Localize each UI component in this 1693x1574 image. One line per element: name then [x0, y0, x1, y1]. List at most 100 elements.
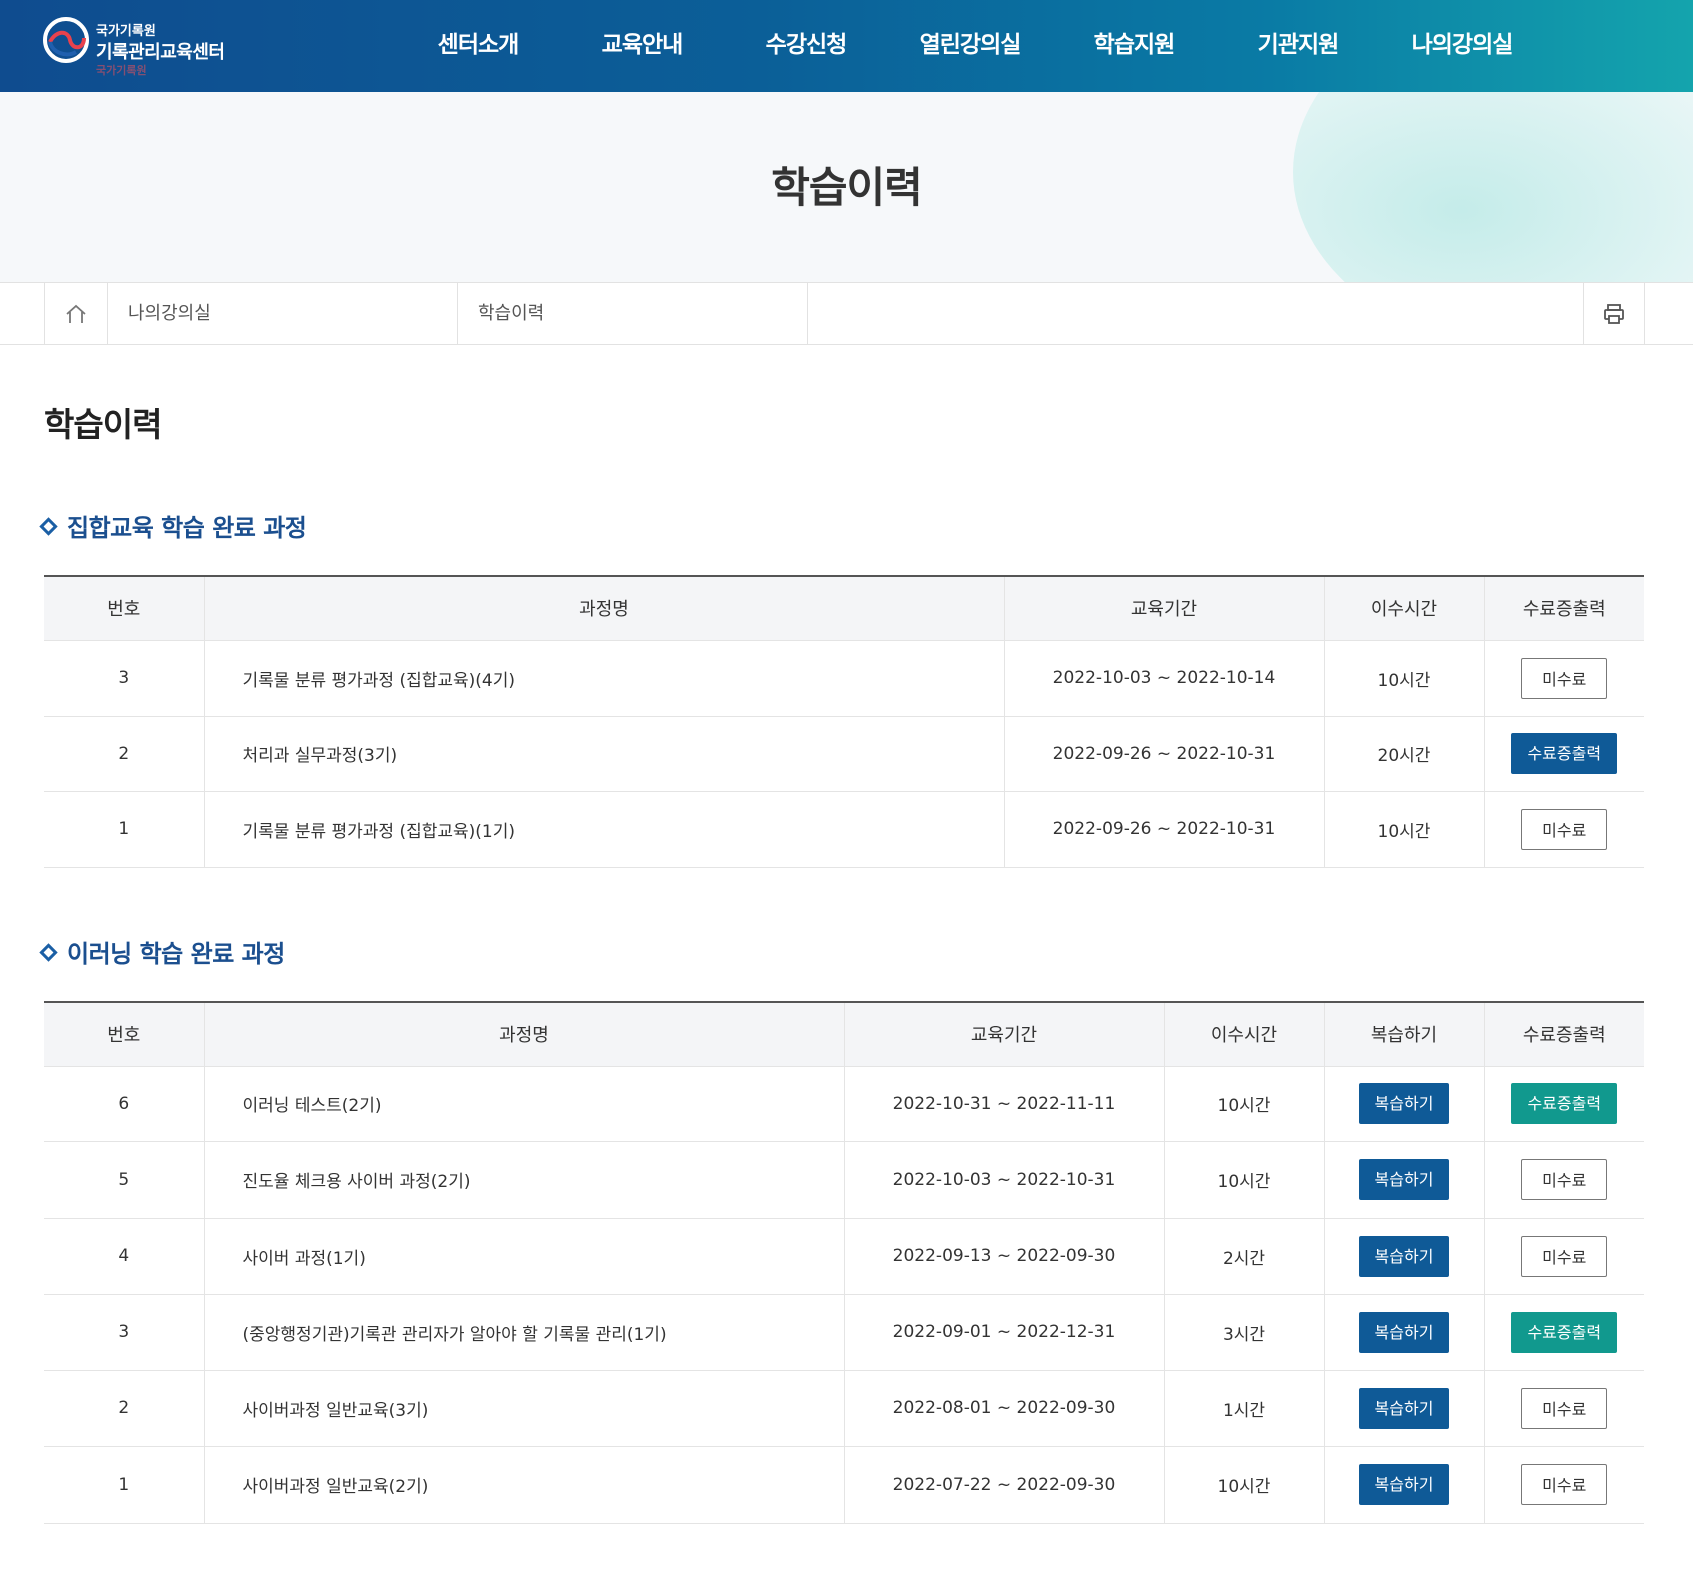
table-row: 2 처리과 실무과정(3기) 2022-09-26 ~ 2022-10-31 2…: [44, 715, 1644, 791]
breadcrumb-level2-label: 학습이력: [478, 303, 545, 324]
row-review-cell: 복습하기: [1323, 1140, 1484, 1218]
nav-center-intro[interactable]: 센터소개: [418, 0, 538, 92]
review-button[interactable]: 복습하기: [1359, 1235, 1449, 1277]
site-logo[interactable]: 국가기록원 기록관리교육센터 국가기록원: [42, 16, 262, 77]
row-course-name: 사이버과정 일반교육(2기): [203, 1445, 844, 1524]
review-button[interactable]: 복습하기: [1359, 1387, 1449, 1429]
top-navigation-bar: 국가기록원 기록관리교육센터 국가기록원 센터소개 교육안내 수강신청 열린강의…: [0, 0, 1693, 92]
nav-institution-support[interactable]: 기관지원: [1238, 0, 1358, 92]
row-period: 2022-09-26 ~ 2022-10-31: [1003, 790, 1324, 868]
row-certificate-cell: 미수료: [1483, 1140, 1644, 1218]
logo-title: 기록관리교육센터: [96, 42, 225, 63]
breadcrumb: 나의강의실 학습이력: [0, 282, 1693, 345]
row-certificate-cell: 수료증출력: [1483, 1065, 1644, 1141]
row-review-cell: 복습하기: [1323, 1065, 1484, 1141]
row-period: 2022-10-03 ~ 2022-10-14: [1003, 639, 1324, 716]
row-no: 6: [44, 1065, 204, 1141]
page-title: 학습이력: [44, 405, 162, 444]
table-header-row: 번호 과정명 교육기간 이수시간 수료증출력: [44, 575, 1644, 640]
banner-title: 학습이력: [771, 163, 923, 212]
logo-subtitle: 국가기록원: [96, 24, 156, 39]
print-certificate-button[interactable]: 수료증출력: [1511, 733, 1618, 774]
print-certificate-button[interactable]: 수료증출력: [1511, 1083, 1618, 1124]
row-no: 2: [44, 1369, 204, 1446]
column-header-course-name: 과정명: [203, 1001, 844, 1066]
column-header-no: 번호: [44, 575, 204, 640]
row-certificate-cell: 수료증출력: [1483, 1293, 1644, 1370]
row-no: 3: [44, 1293, 204, 1370]
section-title-elearning: 이러닝 학습 완료 과정: [39, 934, 285, 969]
column-header-certificate: 수료증출력: [1483, 575, 1644, 640]
not-completed-button[interactable]: 미수료: [1521, 657, 1608, 699]
table-row: 4 사이버 과정(1기) 2022-09-13 ~ 2022-09-30 2시간…: [44, 1217, 1644, 1294]
section-title-text: 집합교육 학습 완료 과정: [67, 514, 307, 542]
breadcrumb-level1[interactable]: 나의강의실: [107, 283, 457, 344]
row-review-cell: 복습하기: [1323, 1369, 1484, 1446]
column-header-hours: 이수시간: [1323, 575, 1484, 640]
print-button[interactable]: [1583, 283, 1645, 344]
row-course-name: (중앙행정기관)기록관 관리자가 알아야 할 기록물 관리(1기): [203, 1293, 844, 1370]
breadcrumb-level2[interactable]: 학습이력: [457, 283, 807, 344]
row-no: 3: [44, 639, 204, 716]
row-course-name: 사이버 과정(1기): [203, 1217, 844, 1294]
row-course-name: 처리과 실무과정(3기): [203, 715, 1004, 791]
row-certificate-cell: 미수료: [1483, 790, 1644, 868]
review-button[interactable]: 복습하기: [1359, 1311, 1449, 1353]
not-completed-button[interactable]: 미수료: [1521, 808, 1608, 850]
not-completed-button[interactable]: 미수료: [1521, 1235, 1608, 1277]
table-row: 3 (중앙행정기관)기록관 관리자가 알아야 할 기록물 관리(1기) 2022…: [44, 1293, 1644, 1370]
sub-visual-banner: 학습이력: [0, 92, 1693, 282]
nav-education-guide[interactable]: 교육안내: [582, 0, 702, 92]
column-header-hours: 이수시간: [1163, 1001, 1324, 1066]
table-row: 6 이러닝 테스트(2기) 2022-10-31 ~ 2022-11-11 10…: [44, 1065, 1644, 1141]
row-certificate-cell: 미수료: [1483, 1445, 1644, 1524]
nav-course-registration[interactable]: 수강신청: [746, 0, 866, 92]
group-education-table: 번호 과정명 교육기간 이수시간 수료증출력 3 기록물 분류 평가과정 (집합…: [44, 575, 1644, 868]
row-hours: 20시간: [1323, 715, 1484, 791]
print-icon: [1604, 303, 1624, 324]
row-course-name: 사이버과정 일반교육(3기): [203, 1369, 844, 1446]
table-row: 1 사이버과정 일반교육(2기) 2022-07-22 ~ 2022-09-30…: [44, 1445, 1644, 1524]
review-button[interactable]: 복습하기: [1359, 1464, 1449, 1505]
row-course-name: 이러닝 테스트(2기): [203, 1065, 844, 1141]
row-no: 5: [44, 1140, 204, 1218]
row-no: 1: [44, 790, 204, 868]
section-title-group-education: 집합교육 학습 완료 과정: [39, 508, 307, 543]
not-completed-button[interactable]: 미수료: [1521, 1387, 1608, 1429]
review-button[interactable]: 복습하기: [1359, 1159, 1449, 1200]
home-icon: [66, 304, 86, 323]
nav-my-classroom[interactable]: 나의강의실: [1397, 0, 1527, 92]
nav-open-classroom[interactable]: 열린강의실: [905, 0, 1035, 92]
nav-learning-support[interactable]: 학습지원: [1074, 0, 1194, 92]
logo-faint-text: 국가기록원: [96, 64, 147, 77]
diamond-bullet-icon: [39, 517, 58, 536]
row-hours: 10시간: [1163, 1445, 1324, 1524]
breadcrumb-level1-label: 나의강의실: [128, 303, 211, 324]
row-review-cell: 복습하기: [1323, 1293, 1484, 1370]
row-hours: 1시간: [1163, 1369, 1324, 1446]
row-period: 2022-09-26 ~ 2022-10-31: [1003, 715, 1324, 791]
column-header-no: 번호: [44, 1001, 204, 1066]
review-button[interactable]: 복습하기: [1359, 1083, 1449, 1124]
breadcrumb-divider: [807, 283, 808, 344]
section-title-text: 이러닝 학습 완료 과정: [67, 940, 285, 968]
row-review-cell: 복습하기: [1323, 1217, 1484, 1294]
not-completed-button[interactable]: 미수료: [1521, 1159, 1608, 1200]
row-period: 2022-09-13 ~ 2022-09-30: [843, 1217, 1164, 1294]
row-certificate-cell: 수료증출력: [1483, 715, 1644, 791]
row-period: 2022-10-03 ~ 2022-10-31: [843, 1140, 1164, 1218]
print-certificate-button[interactable]: 수료증출력: [1511, 1311, 1618, 1353]
column-header-period: 교육기간: [1003, 575, 1324, 640]
not-completed-button[interactable]: 미수료: [1521, 1464, 1608, 1505]
row-hours: 10시간: [1323, 790, 1484, 868]
elearning-table: 번호 과정명 교육기간 이수시간 복습하기 수료증출력 6 이러닝 테스트(2기…: [44, 1001, 1644, 1524]
row-no: 4: [44, 1217, 204, 1294]
row-period: 2022-07-22 ~ 2022-09-30: [843, 1445, 1164, 1524]
column-header-period: 교육기간: [843, 1001, 1164, 1066]
row-review-cell: 복습하기: [1323, 1445, 1484, 1524]
row-hours: 10시간: [1163, 1140, 1324, 1218]
breadcrumb-home[interactable]: [44, 283, 107, 344]
row-period: 2022-08-01 ~ 2022-09-30: [843, 1369, 1164, 1446]
row-course-name: 기록물 분류 평가과정 (집합교육)(1기): [203, 790, 1004, 868]
column-header-course-name: 과정명: [203, 575, 1004, 640]
